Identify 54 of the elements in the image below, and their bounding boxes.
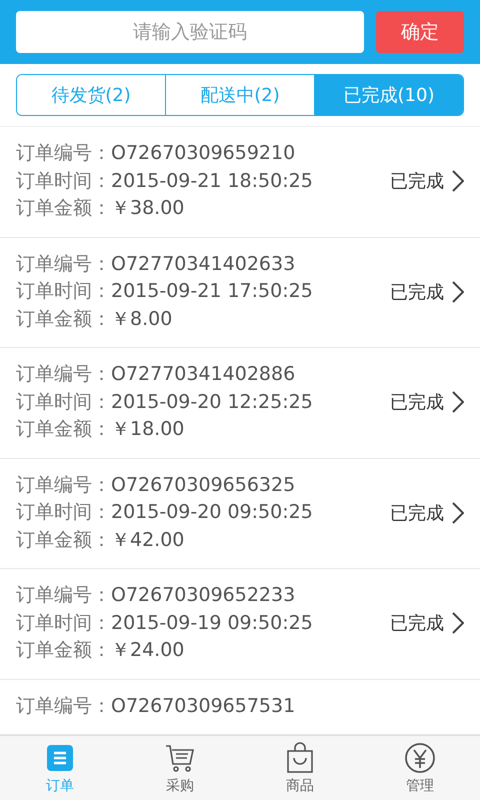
order-row[interactable]: 订单编号：O72670309656325 订单时间：2015-09-20 09:50:25 订单金额：￥42.00 已完成 <box>0 458 480 569</box>
nav-item[interactable]: 管理 <box>360 736 480 800</box>
order-status: 已完成 <box>390 391 444 414</box>
order-row[interactable]: 订单编号：O72770341402886 订单时间：2015-09-20 12:25:25 订单金额：￥18.00 已完成 <box>0 348 480 458</box>
order-row[interactable]: 订单编号：O72670309652233 订单时间：2015-09-19 09:50:25 订单金额：￥24.00 已完成 <box>0 569 480 680</box>
field-value: O72670309657531 <box>111 694 296 718</box>
field-value: O72770341402633 <box>111 252 296 276</box>
field-label: 订单编号： <box>16 252 111 276</box>
field-value: O72670309656325 <box>111 472 296 498</box>
field-value: ￥38.00 <box>111 196 184 221</box>
order-status: 已完成 <box>390 502 444 525</box>
field-label: 订单金额： <box>16 196 111 221</box>
field-value: ￥18.00 <box>111 417 184 442</box>
field-label: 订单时间： <box>16 610 111 636</box>
confirm-button[interactable]: 确定 <box>376 11 464 53</box>
field-value: 2015-09-20 12:25:25 <box>111 390 313 414</box>
field-label: 订单时间： <box>16 168 111 194</box>
field-label: 订单金额： <box>16 638 111 663</box>
order-status: 已完成 <box>390 170 444 194</box>
field-label: 订单金额： <box>16 417 111 442</box>
field-label: 订单编号： <box>16 472 111 498</box>
field-value: 2015-09-20 09:50:25 <box>111 500 313 525</box>
field-value: ￥8.00 <box>111 306 172 332</box>
field-label: 订单时间： <box>16 500 111 525</box>
field-label: 订单金额： <box>16 528 111 552</box>
chevron-right-icon <box>452 280 464 303</box>
field-label: 订单编号： <box>16 362 111 387</box>
chevron-right-icon <box>452 170 464 192</box>
field-value: O72770341402886 <box>111 362 296 387</box>
field-label: 订单编号： <box>16 583 111 608</box>
order-row[interactable]: 订单编号：O72670309659210 订单时间：2015-09-21 18:50:25 订单金额：￥38.00 已完成 <box>0 127 480 238</box>
field-value: 2015-09-21 18:50:25 <box>111 168 313 194</box>
code-input[interactable]: 请输入验证码 <box>16 11 364 53</box>
field-label: 订单编号： <box>16 694 111 718</box>
yen-icon <box>404 742 436 774</box>
order-status: 已完成 <box>390 280 444 304</box>
nav-item[interactable]: 商品 <box>240 736 360 800</box>
field-label: 订单时间： <box>16 279 111 304</box>
chevron-right-icon <box>452 502 464 524</box>
field-value: O72670309652233 <box>111 583 296 608</box>
field-value: ￥42.00 <box>111 528 184 552</box>
field-value: O72670309659210 <box>111 141 296 166</box>
nav-item[interactable]: 采购 <box>120 736 240 800</box>
field-label: 订单编号： <box>16 141 111 166</box>
chevron-right-icon <box>452 612 464 634</box>
field-value: 2015-09-21 17:50:25 <box>111 279 313 304</box>
field-value: 2015-09-19 09:50:25 <box>111 610 313 636</box>
field-label: 订单金额： <box>16 306 111 332</box>
order-row[interactable]: 订单编号：O72770341402633 订单时间：2015-09-21 17:50:25 订单金额：￥8.00 已完成 <box>0 238 480 348</box>
order-status: 已完成 <box>390 612 444 636</box>
shopping-bag-icon <box>284 742 316 774</box>
field-label: 订单时间： <box>16 390 111 414</box>
chevron-right-icon <box>452 391 464 414</box>
field-value: ￥24.00 <box>111 638 184 663</box>
